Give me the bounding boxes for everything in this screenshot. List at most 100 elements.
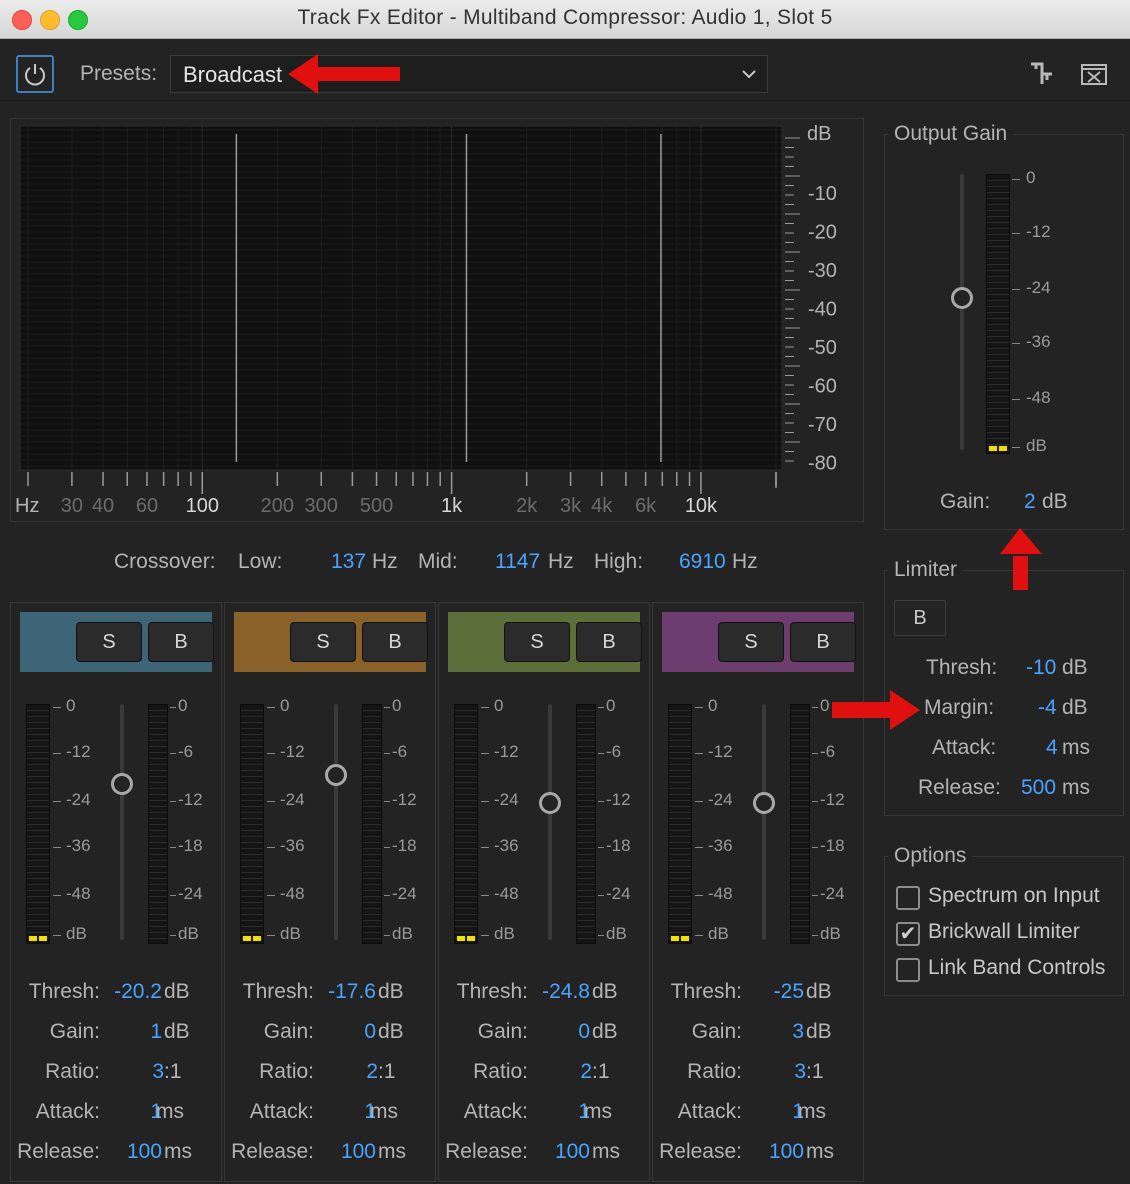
limiter-attack-value[interactable]: 4 [1046, 736, 1058, 760]
band-ratio-value[interactable]: 2 [318, 1060, 378, 1084]
freq-axis-label: 300 [305, 495, 338, 517]
routing-button[interactable] [1028, 60, 1056, 88]
scale-tick [384, 895, 390, 896]
meter-led [39, 936, 47, 941]
option-checkbox[interactable] [896, 958, 920, 982]
band-meter-scale-label: -48 [708, 884, 733, 903]
band-threshold-slider-thumb[interactable] [325, 763, 347, 786]
db-axis-unit: dB [807, 123, 831, 145]
scale-tick [170, 753, 176, 754]
band-gain-value[interactable]: 3 [746, 1020, 804, 1044]
band-release-value[interactable]: 100 [532, 1140, 590, 1164]
band-release-unit: ms [592, 1140, 620, 1163]
band-meter-scale-label: 0 [708, 696, 718, 715]
band-meter-scale-label: -48 [494, 884, 519, 903]
presets-dropdown[interactable]: Broadcast [170, 55, 768, 93]
band-attack-value[interactable]: 1 [746, 1100, 804, 1124]
band-solo-button[interactable]: S [76, 622, 142, 662]
band-gain-value[interactable]: 0 [318, 1020, 376, 1044]
band-bypass-button[interactable]: B [790, 622, 856, 662]
output-gain-slider-track[interactable] [960, 174, 964, 450]
scale-tick [384, 847, 390, 848]
band-gain-value[interactable]: 0 [532, 1020, 590, 1044]
band-attack-label: Attack: [249, 1100, 314, 1123]
limiter-thresh-value[interactable]: -10 [1026, 656, 1056, 680]
remove-effect-button[interactable] [1080, 62, 1108, 88]
band-bypass-button[interactable]: B [362, 622, 428, 662]
power-button[interactable] [16, 55, 54, 93]
scale-tick [170, 707, 176, 708]
band-gain-value[interactable]: 1 [104, 1020, 162, 1044]
band-solo-button[interactable]: S [290, 622, 356, 662]
crossover-label: Crossover: [114, 550, 216, 573]
band-bypass-button[interactable]: B [148, 622, 214, 662]
band-thresh-label: Thresh: [670, 980, 742, 1003]
band-thresh-value[interactable]: -25 [746, 980, 804, 1004]
option-checkbox[interactable]: ✔ [896, 922, 920, 946]
band-thresh-value[interactable]: -24.8 [532, 980, 590, 1004]
band-meter-scale-label: -36 [708, 836, 733, 855]
scale-tick [598, 935, 604, 936]
band-threshold-slider-track[interactable] [762, 704, 766, 940]
band-gr-scale-label: -12 [178, 790, 203, 809]
meter-led [243, 936, 251, 941]
band-gain-label: Gain: [691, 1020, 742, 1043]
scale-tick [695, 753, 703, 754]
band-release-unit: ms [806, 1140, 834, 1163]
band-ratio-value[interactable]: 3 [746, 1060, 806, 1084]
band-threshold-slider-track[interactable] [334, 704, 338, 940]
limiter-margin-value[interactable]: -4 [1038, 696, 1057, 720]
band-release-value[interactable]: 100 [318, 1140, 376, 1164]
scale-tick [695, 707, 703, 708]
band-attack-value[interactable]: 1 [532, 1100, 590, 1124]
limiter-bypass-button[interactable]: B [894, 600, 946, 636]
limiter-thresh-label: Thresh: [926, 656, 998, 679]
db-axis-label: -30 [808, 260, 837, 282]
band-meter-scale-label: -12 [708, 742, 733, 761]
band-thresh-value[interactable]: -17.6 [318, 980, 376, 1004]
band-thresh-unit: dB [378, 980, 404, 1003]
band-release-label: Release: [445, 1140, 528, 1163]
band-ratio-unit: :1 [164, 1060, 182, 1083]
crossover-low-value[interactable]: 137 [331, 550, 366, 574]
band-bypass-button[interactable]: B [576, 622, 642, 662]
band-ratio-value[interactable]: 2 [532, 1060, 592, 1084]
band-ratio-value[interactable]: 3 [104, 1060, 164, 1084]
output-gain-value[interactable]: 2 [1024, 490, 1036, 514]
band-meter-scale-label: dB [66, 924, 87, 943]
db-axis-label: -50 [808, 337, 837, 359]
spectrum-display[interactable]: dB -10 -20 -30 -40 -50 -60 -70 -80 Hz 30 40 60 200 300… [10, 118, 864, 522]
scale-tick [812, 935, 818, 936]
crossover-mid-value[interactable]: 1147 [495, 550, 540, 574]
scale-tick [1012, 289, 1020, 290]
scale-tick [267, 895, 275, 896]
band-gain-unit: dB [806, 1020, 832, 1043]
db-axis-label: -20 [808, 222, 837, 244]
band-release-unit: ms [164, 1140, 192, 1163]
band-solo-button[interactable]: S [718, 622, 784, 662]
band-release-value[interactable]: 100 [746, 1140, 804, 1164]
limiter-release-value[interactable]: 500 [1021, 776, 1056, 800]
band-thresh-value[interactable]: -20.2 [104, 980, 162, 1004]
band-attack-value[interactable]: 1 [104, 1100, 162, 1124]
meter-led [457, 936, 465, 941]
band-release-value[interactable]: 100 [104, 1140, 162, 1164]
band-attack-unit: ms [156, 1100, 184, 1123]
crossover-high-label: High: [594, 550, 644, 573]
band-attack-value[interactable]: 1 [318, 1100, 376, 1124]
band-threshold-slider-thumb[interactable] [753, 792, 775, 815]
band-threshold-slider-track[interactable] [548, 704, 552, 940]
band-ratio-unit: :1 [592, 1060, 610, 1083]
crossover-high-value[interactable]: 6910 [679, 550, 726, 574]
band-solo-button[interactable]: S [504, 622, 570, 662]
band-threshold-slider-thumb[interactable] [539, 792, 561, 815]
preset-value: Broadcast [183, 62, 283, 87]
crossover-mid-label: Mid: [418, 550, 458, 573]
band-threshold-slider-track[interactable] [120, 704, 124, 940]
freq-axis-label: 10k [685, 495, 718, 517]
delete-icon [1081, 64, 1107, 85]
option-checkbox[interactable] [896, 886, 920, 910]
band-gr-scale-label: -6 [606, 742, 622, 761]
scale-tick [384, 753, 390, 754]
band-gr-scale-label: -18 [392, 836, 417, 855]
